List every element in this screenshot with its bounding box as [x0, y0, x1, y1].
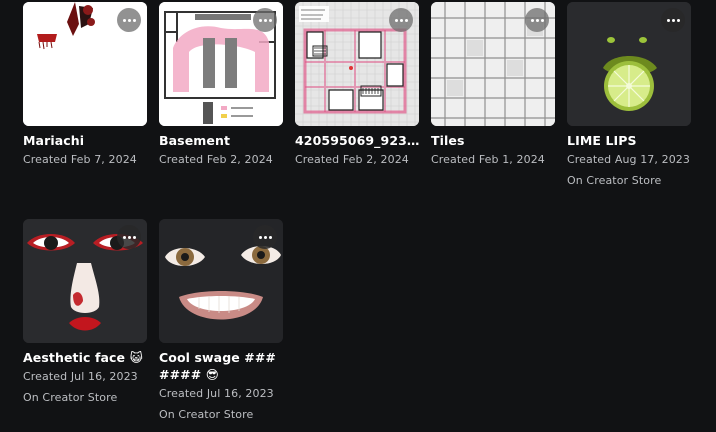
asset-title[interactable]: Basement [159, 132, 289, 149]
more-options-button[interactable] [525, 8, 549, 32]
asset-thumbnail[interactable] [159, 2, 283, 126]
asset-created-date: Created Feb 2, 2024 [295, 153, 409, 166]
asset-created-date: Created Jul 16, 2023 [23, 370, 138, 383]
asset-thumbnail[interactable] [431, 2, 555, 126]
asset-created-date: Created Aug 17, 2023 [567, 153, 690, 166]
asset-title[interactable]: LIME LIPS [567, 132, 697, 149]
asset-title[interactable]: Mariachi [23, 132, 153, 149]
asset-title[interactable]: Aesthetic face 😺 [23, 349, 153, 366]
more-options-button[interactable] [253, 225, 277, 249]
more-options-button[interactable] [661, 8, 685, 32]
more-options-button[interactable] [117, 225, 141, 249]
more-options-button[interactable] [253, 8, 277, 32]
asset-thumbnail[interactable] [23, 2, 147, 126]
more-options-button[interactable] [389, 8, 413, 32]
asset-title[interactable]: 420595069_9233... [295, 132, 425, 149]
asset-created-date: Created Feb 2, 2024 [159, 153, 273, 166]
creator-store-label: On Creator Store [567, 174, 662, 187]
asset-title[interactable]: Cool swage ### #### 😎 [159, 349, 283, 383]
asset-title[interactable]: Tiles [431, 132, 561, 149]
asset-thumbnail[interactable] [295, 2, 419, 126]
creator-store-label: On Creator Store [159, 408, 254, 421]
asset-thumbnail[interactable] [23, 219, 147, 343]
asset-thumbnail[interactable] [567, 2, 691, 126]
creator-store-label: On Creator Store [23, 391, 118, 404]
asset-created-date: Created Jul 16, 2023 [159, 387, 274, 400]
asset-created-date: Created Feb 7, 2024 [23, 153, 137, 166]
asset-thumbnail[interactable] [159, 219, 283, 343]
asset-created-date: Created Feb 1, 2024 [431, 153, 545, 166]
more-options-button[interactable] [117, 8, 141, 32]
